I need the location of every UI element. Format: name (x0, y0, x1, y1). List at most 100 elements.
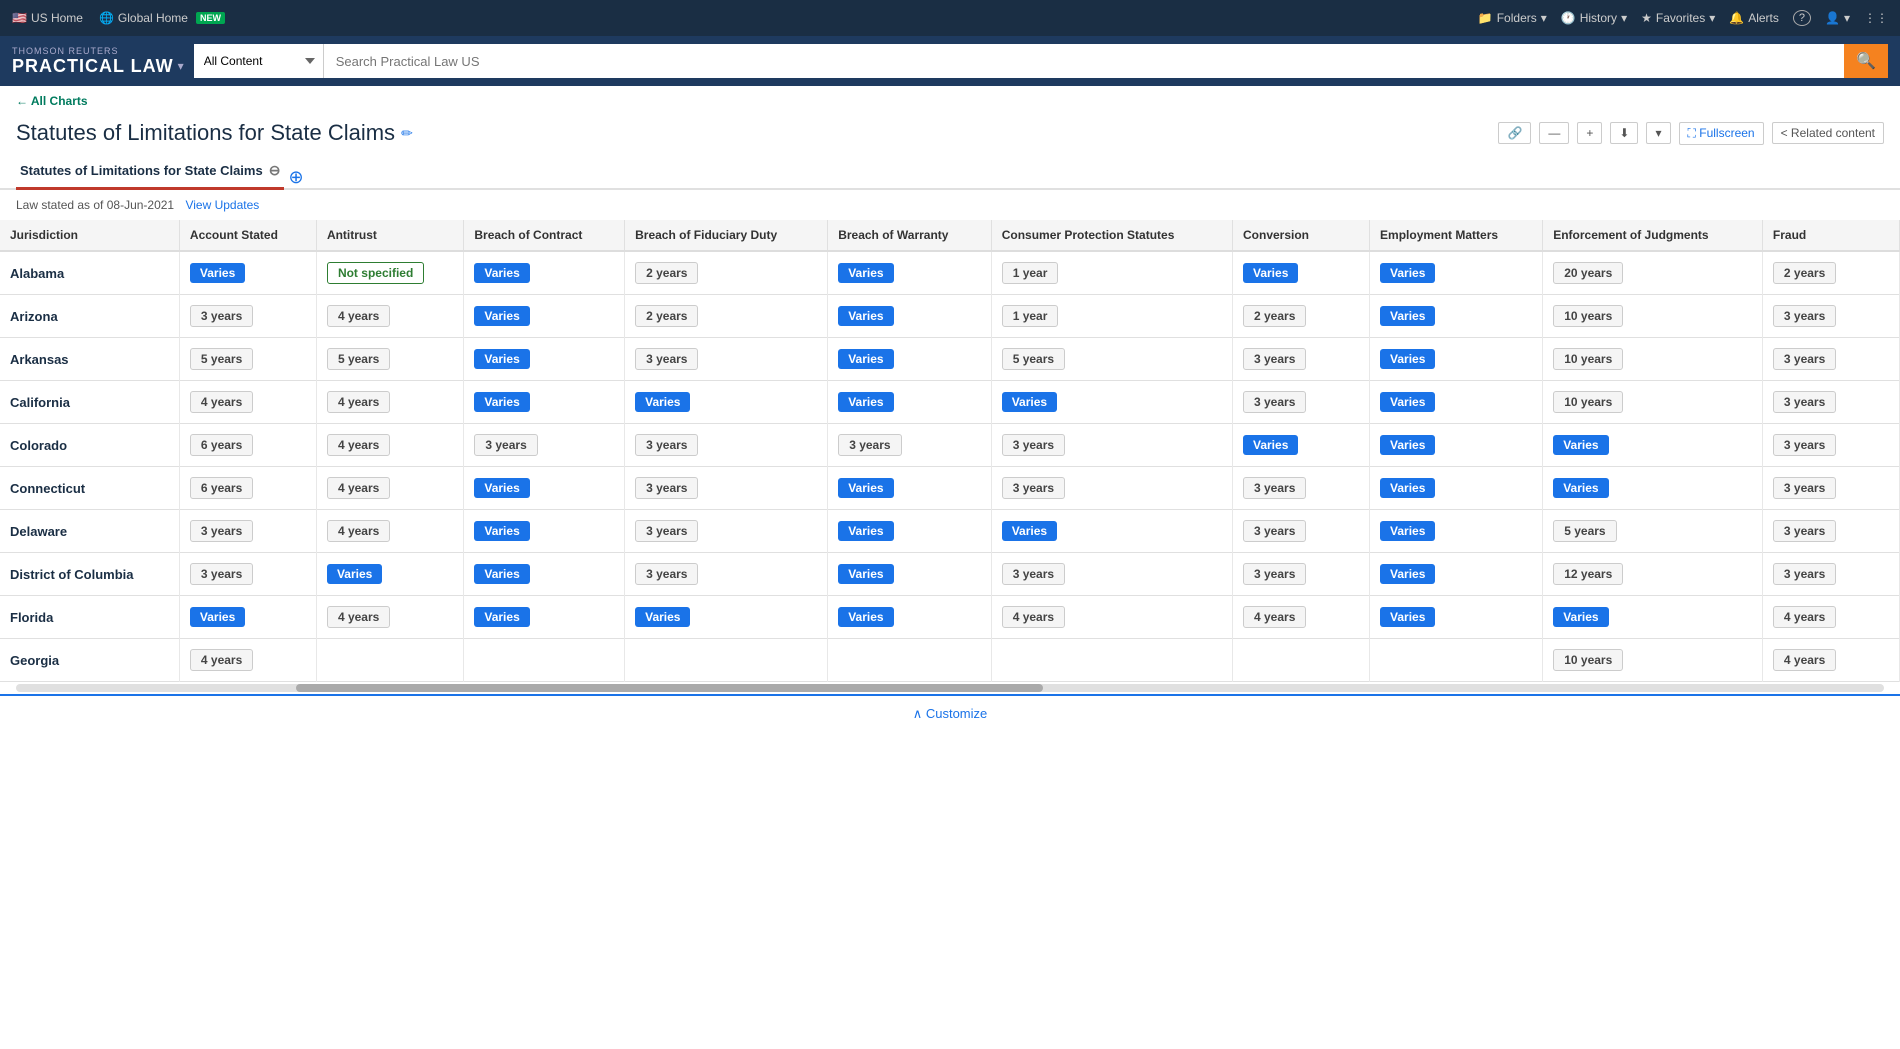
tab-add-icon[interactable]: ⊕ (288, 167, 303, 188)
badge-enforcement[interactable]: 10 years (1553, 649, 1623, 671)
badge-employment[interactable]: Varies (1380, 306, 1435, 326)
badge-employment[interactable]: Varies (1380, 564, 1435, 584)
badge-breach_fid[interactable]: 3 years (635, 520, 698, 542)
badge-consumer_prot[interactable]: 3 years (1002, 434, 1065, 456)
badge-enforcement[interactable]: Varies (1553, 607, 1608, 627)
badge-account_stated[interactable]: 3 years (190, 520, 253, 542)
view-updates-link[interactable]: View Updates (185, 198, 259, 212)
customize-bar[interactable]: ∧ Customize (0, 694, 1900, 732)
badge-enforcement[interactable]: 10 years (1553, 391, 1623, 413)
badge-breach_fid[interactable]: Varies (635, 392, 690, 412)
badge-breach_fid[interactable]: 2 years (635, 305, 698, 327)
link-button[interactable]: 🔗 (1498, 122, 1531, 144)
badge-consumer_prot[interactable]: Varies (1002, 521, 1057, 541)
badge-breach_fid[interactable]: Varies (635, 607, 690, 627)
badge-breach_fid[interactable]: 3 years (635, 477, 698, 499)
badge-conversion[interactable]: 3 years (1243, 563, 1306, 585)
favorites-link[interactable]: ★ Favorites ▾ (1641, 11, 1715, 25)
badge-enforcement[interactable]: Varies (1553, 435, 1608, 455)
badge-account_stated[interactable]: 6 years (190, 434, 253, 456)
badge-conversion[interactable]: 3 years (1243, 348, 1306, 370)
badge-conversion[interactable]: 3 years (1243, 391, 1306, 413)
help-link[interactable]: ? (1793, 10, 1811, 26)
badge-breach_contract[interactable]: Varies (474, 521, 529, 541)
badge-breach_contract[interactable]: 3 years (474, 434, 537, 456)
badge-antitrust[interactable]: 4 years (327, 434, 390, 456)
us-home-link[interactable]: 🇺🇸 US Home (12, 11, 83, 25)
badge-fraud[interactable]: 4 years (1773, 606, 1836, 628)
badge-enforcement[interactable]: Varies (1553, 478, 1608, 498)
badge-antitrust[interactable]: 4 years (327, 606, 390, 628)
badge-account_stated[interactable]: 4 years (190, 391, 253, 413)
badge-breach_warranty[interactable]: Varies (838, 306, 893, 326)
zoom-out-button[interactable]: — (1539, 122, 1569, 144)
badge-enforcement[interactable]: 10 years (1553, 305, 1623, 327)
all-charts-link[interactable]: All Charts (16, 94, 88, 108)
badge-conversion[interactable]: Varies (1243, 435, 1298, 455)
global-home-link[interactable]: 🌐 Global Home NEW (99, 11, 225, 25)
alerts-link[interactable]: 🔔 Alerts (1729, 11, 1779, 25)
badge-breach_warranty[interactable]: Varies (838, 478, 893, 498)
badge-fraud[interactable]: 2 years (1773, 262, 1836, 284)
badge-fraud[interactable]: 3 years (1773, 305, 1836, 327)
badge-employment[interactable]: Varies (1380, 521, 1435, 541)
content-select[interactable]: All Content (194, 44, 324, 78)
badge-consumer_prot[interactable]: 1 year (1002, 305, 1059, 327)
folders-link[interactable]: 📁 Folders ▾ (1478, 11, 1547, 25)
badge-conversion[interactable]: 3 years (1243, 477, 1306, 499)
badge-breach_contract[interactable]: Varies (474, 392, 529, 412)
badge-breach_fid[interactable]: 3 years (635, 348, 698, 370)
scrollbar-thumb[interactable] (296, 684, 1043, 692)
apps-grid[interactable]: ⋮⋮ (1864, 11, 1888, 25)
badge-account_stated[interactable]: 6 years (190, 477, 253, 499)
badge-employment[interactable]: Varies (1380, 478, 1435, 498)
badge-breach_contract[interactable]: Varies (474, 349, 529, 369)
badge-enforcement[interactable]: 5 years (1553, 520, 1616, 542)
badge-antitrust[interactable]: Not specified (327, 262, 424, 284)
badge-fraud[interactable]: 4 years (1773, 649, 1836, 671)
badge-antitrust[interactable]: 4 years (327, 520, 390, 542)
badge-account_stated[interactable]: Varies (190, 607, 245, 627)
badge-breach_contract[interactable]: Varies (474, 478, 529, 498)
badge-breach_fid[interactable]: 3 years (635, 434, 698, 456)
badge-consumer_prot[interactable]: 4 years (1002, 606, 1065, 628)
scrollbar-track[interactable] (16, 684, 1884, 692)
badge-employment[interactable]: Varies (1380, 263, 1435, 283)
badge-breach_warranty[interactable]: Varies (838, 607, 893, 627)
badge-employment[interactable]: Varies (1380, 435, 1435, 455)
badge-employment[interactable]: Varies (1380, 392, 1435, 412)
main-tab[interactable]: Statutes of Limitations for State Claims… (16, 154, 284, 190)
badge-breach_warranty[interactable]: Varies (838, 349, 893, 369)
badge-conversion[interactable]: 2 years (1243, 305, 1306, 327)
badge-consumer_prot[interactable]: 1 year (1002, 262, 1059, 284)
badge-breach_warranty[interactable]: Varies (838, 521, 893, 541)
badge-breach_warranty[interactable]: Varies (838, 263, 893, 283)
badge-account_stated[interactable]: 3 years (190, 563, 253, 585)
badge-consumer_prot[interactable]: 5 years (1002, 348, 1065, 370)
badge-fraud[interactable]: 3 years (1773, 563, 1836, 585)
badge-fraud[interactable]: 3 years (1773, 391, 1836, 413)
badge-consumer_prot[interactable]: Varies (1002, 392, 1057, 412)
download-button[interactable]: ⬇ (1610, 122, 1638, 144)
tab-minus-icon[interactable]: ⊖ (269, 162, 281, 179)
badge-conversion[interactable]: 4 years (1243, 606, 1306, 628)
history-link[interactable]: 🕐 History ▾ (1561, 11, 1627, 25)
badge-account_stated[interactable]: 5 years (190, 348, 253, 370)
badge-enforcement[interactable]: 20 years (1553, 262, 1623, 284)
badge-conversion[interactable]: Varies (1243, 263, 1298, 283)
edit-icon[interactable]: ✏ (401, 125, 413, 142)
badge-breach_contract[interactable]: Varies (474, 306, 529, 326)
badge-antitrust[interactable]: 4 years (327, 477, 390, 499)
badge-account_stated[interactable]: 3 years (190, 305, 253, 327)
badge-antitrust[interactable]: Varies (327, 564, 382, 584)
badge-fraud[interactable]: 3 years (1773, 520, 1836, 542)
badge-breach_fid[interactable]: 2 years (635, 262, 698, 284)
brand-chevron[interactable]: ▾ (178, 59, 184, 73)
badge-employment[interactable]: Varies (1380, 607, 1435, 627)
badge-breach_contract[interactable]: Varies (474, 564, 529, 584)
search-input[interactable] (324, 44, 1844, 78)
badge-conversion[interactable]: 3 years (1243, 520, 1306, 542)
badge-fraud[interactable]: 3 years (1773, 348, 1836, 370)
badge-breach_warranty[interactable]: 3 years (838, 434, 901, 456)
search-button[interactable]: 🔍 (1844, 44, 1888, 78)
